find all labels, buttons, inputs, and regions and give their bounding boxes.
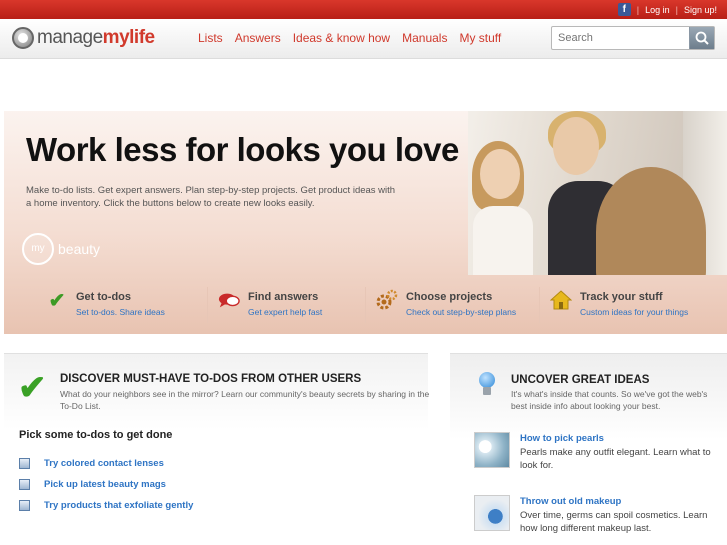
hero-photo (468, 111, 727, 275)
separator: | (675, 4, 678, 15)
checkmark-icon: ✔ (18, 369, 47, 407)
separator: | (636, 4, 640, 15)
action-get-todos[interactable]: ✔ Get to-dos Set to-dos. Share ideas (46, 275, 165, 334)
account-links: f | Log in | Sign up! (617, 3, 717, 16)
todo-link[interactable]: Try products that exfoliate gently (44, 500, 193, 511)
checkmark-icon: ✔ (48, 289, 66, 312)
search-box (551, 26, 715, 50)
nav-manuals[interactable]: Manuals (402, 31, 447, 45)
hero-banner: Work less for looks you love Make to-do … (4, 111, 727, 334)
idea-link[interactable]: How to pick pearls (520, 433, 604, 444)
my-beauty-badge: my beauty (22, 233, 100, 265)
speech-bubble-icon (218, 289, 240, 311)
action-subtitle: Check out step-by-step plans (406, 307, 517, 317)
action-strip: ✔ Get to-dos Set to-dos. Share ideas Fin… (4, 275, 727, 334)
action-track-stuff[interactable]: Track your stuff Custom ideas for your t… (550, 275, 688, 334)
house-icon (550, 289, 572, 311)
todo-link[interactable]: Pick up latest beauty mags (44, 479, 166, 490)
action-subtitle: Set to-dos. Share ideas (76, 307, 165, 317)
action-subtitle: Custom ideas for your things (580, 307, 689, 317)
todo-list: Try colored contact lenses Pick up lates… (19, 453, 193, 516)
search-icon (695, 31, 709, 45)
todo-link[interactable]: Try colored contact lenses (44, 458, 164, 469)
lightbulb-icon (478, 372, 496, 396)
logo-text: managemylife (37, 27, 155, 48)
todo-checkbox-icon (19, 500, 30, 511)
list-item[interactable]: Pick up latest beauty mags (19, 474, 193, 495)
search-input[interactable] (552, 27, 690, 49)
action-title: Choose projects (406, 291, 493, 303)
todo-checkbox-icon (19, 458, 30, 469)
nav-answers[interactable]: Answers (235, 31, 281, 45)
hero-subtitle: Make to-do lists. Get expert answers. Pl… (26, 185, 396, 209)
todo-checkbox-icon (19, 479, 30, 490)
list-item[interactable]: Try colored contact lenses (19, 453, 193, 474)
site-header: managemylife Lists Answers Ideas & know … (0, 19, 727, 59)
makeup-thumbnail[interactable] (474, 495, 510, 531)
main-nav: Lists Answers Ideas & know how Manuals M… (198, 31, 501, 45)
my-badge-label: beauty (58, 241, 101, 257)
action-choose-projects[interactable]: Choose projects Check out step-by-step p… (376, 275, 516, 334)
site-logo[interactable]: managemylife (12, 27, 155, 49)
nav-ideas[interactable]: Ideas & know how (293, 31, 390, 45)
signup-link[interactable]: Sign up! (684, 5, 717, 15)
section-subtitle: What do your neighbors see in the mirror… (60, 389, 430, 411)
hero-title: Work less for looks you love (26, 131, 459, 168)
great-ideas-panel: UNCOVER GREAT IDEAS It's what's inside t… (450, 353, 727, 545)
search-button[interactable] (689, 27, 714, 49)
nav-my-stuff[interactable]: My stuff (459, 31, 501, 45)
pearls-thumbnail[interactable] (474, 432, 510, 468)
logo-icon (12, 27, 34, 49)
action-title: Get to-dos (76, 291, 131, 303)
login-link[interactable]: Log in (645, 5, 670, 15)
idea-link[interactable]: Throw out old makeup (520, 496, 621, 507)
action-subtitle: Get expert help fast (248, 307, 323, 317)
discover-todos-panel: ✔ DISCOVER MUST-HAVE TO-DOS FROM OTHER U… (4, 353, 430, 545)
action-title: Track your stuff (580, 291, 663, 303)
section-title: UNCOVER GREAT IDEAS (511, 374, 650, 386)
action-find-answers[interactable]: Find answers Get expert help fast (218, 275, 322, 334)
idea-description: Over time, germs can spoil cosmetics. Le… (520, 510, 708, 534)
section-subtitle: It's what's inside that counts. So we've… (511, 389, 708, 411)
facebook-icon[interactable]: f (617, 3, 631, 16)
pick-heading: Pick some to-dos to get done (19, 429, 173, 441)
my-badge-circle: my (22, 233, 54, 265)
top-bar: f | Log in | Sign up! (0, 0, 727, 19)
idea-description: Pearls make any outfit elegant. Learn wh… (520, 447, 711, 471)
gears-icon (376, 289, 398, 311)
section-title: DISCOVER MUST-HAVE TO-DOS FROM OTHER USE… (60, 373, 362, 385)
list-item[interactable]: Try products that exfoliate gently (19, 495, 193, 516)
action-title: Find answers (248, 291, 319, 303)
nav-lists[interactable]: Lists (198, 31, 223, 45)
